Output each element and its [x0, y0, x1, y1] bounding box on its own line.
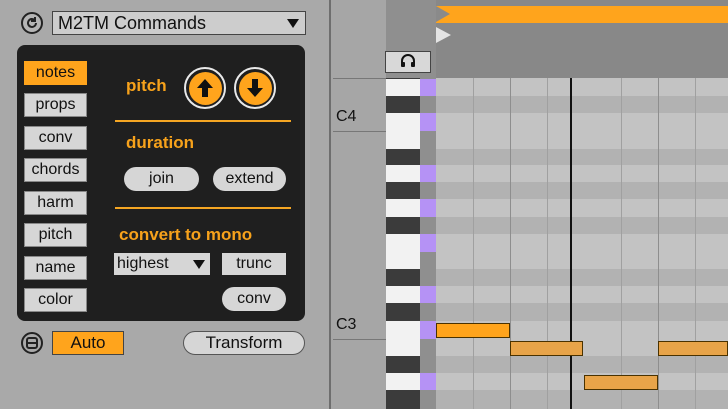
piano-key[interactable] — [386, 339, 420, 356]
arrow-down-icon — [238, 71, 272, 105]
note-grid[interactable] — [436, 78, 728, 409]
divider — [333, 339, 388, 340]
piano-key[interactable] — [386, 217, 420, 234]
piano-key[interactable] — [386, 182, 420, 199]
midi-note[interactable] — [510, 341, 583, 356]
conv-button[interactable]: conv — [222, 287, 286, 311]
key-highlight — [420, 321, 436, 339]
octave-label-column: C4 C3 — [331, 0, 388, 409]
arrow-up-icon — [188, 71, 222, 105]
piano-key[interactable] — [386, 149, 420, 165]
tab-props[interactable]: props — [24, 93, 87, 117]
octave-label-c3: C3 — [336, 316, 357, 333]
tab-harm[interactable]: harm — [24, 191, 87, 215]
note-lane — [436, 373, 728, 390]
refresh-icon[interactable] — [21, 12, 43, 34]
preview-button[interactable] — [385, 51, 431, 73]
device-panel: M2TM Commands notes props conv chords ha… — [0, 0, 329, 409]
note-lane — [436, 199, 728, 217]
piano-key[interactable] — [386, 356, 420, 373]
tab-name[interactable]: name — [24, 256, 87, 280]
divider — [115, 120, 291, 122]
note-lane — [436, 78, 728, 96]
note-lane — [436, 286, 728, 303]
key-highlight — [420, 373, 436, 390]
join-button[interactable]: join — [124, 167, 199, 191]
note-lane — [436, 113, 728, 149]
piano-key[interactable] — [386, 131, 420, 149]
mono-mode-select[interactable]: highest — [114, 253, 210, 275]
piano-key[interactable] — [386, 321, 420, 339]
chevron-down-icon — [193, 260, 205, 269]
note-lane — [436, 356, 728, 373]
piano-key[interactable] — [386, 269, 420, 286]
piano-key[interactable] — [386, 199, 420, 217]
note-lane — [436, 165, 728, 182]
tab-chords[interactable]: chords — [24, 158, 87, 182]
command-menu-value: M2TM Commands — [58, 12, 207, 33]
loop-start-notch — [436, 6, 450, 22]
piano-key[interactable] — [386, 234, 420, 252]
note-lane — [436, 182, 728, 199]
pitch-label: pitch — [126, 76, 167, 95]
pitch-down-button[interactable] — [234, 67, 276, 109]
note-lane — [436, 303, 728, 321]
piano-key[interactable] — [386, 113, 420, 131]
note-lane — [436, 149, 728, 165]
duration-label: duration — [126, 133, 194, 152]
tab-conv[interactable]: conv — [24, 126, 87, 150]
note-lane — [436, 269, 728, 286]
piano-key[interactable] — [386, 390, 420, 409]
loop-brace[interactable] — [436, 6, 728, 23]
pitch-up-button[interactable] — [184, 67, 226, 109]
key-highlight — [420, 199, 436, 217]
grid-line — [473, 78, 474, 409]
note-lane — [436, 217, 728, 234]
convert-to-mono-label: convert to mono — [119, 225, 253, 244]
key-highlight — [420, 113, 436, 131]
key-highlight — [420, 234, 436, 252]
octave-label-c4: C4 — [336, 108, 357, 125]
hotswap-icon[interactable] — [21, 332, 43, 354]
piano-key[interactable] — [386, 96, 420, 113]
grid-line — [547, 78, 548, 409]
piano-keyboard[interactable] — [386, 78, 436, 409]
piano-key[interactable] — [386, 252, 420, 269]
divider — [333, 131, 388, 132]
divider — [115, 207, 291, 209]
grid-line — [621, 78, 622, 409]
piano-key[interactable] — [386, 165, 420, 182]
midi-note[interactable] — [436, 323, 510, 338]
note-lane — [436, 96, 728, 113]
chevron-down-icon — [287, 19, 299, 28]
grid-line — [658, 78, 659, 409]
extend-button[interactable]: extend — [213, 167, 286, 191]
divider — [333, 78, 388, 79]
command-menu[interactable]: M2TM Commands — [52, 11, 306, 35]
midi-note[interactable] — [584, 375, 658, 390]
note-lane — [436, 234, 728, 269]
trunc-button[interactable]: trunc — [222, 253, 286, 275]
grid-line — [695, 78, 696, 409]
headphones-icon — [400, 53, 416, 72]
piano-key[interactable] — [386, 373, 420, 390]
key-highlight — [420, 165, 436, 182]
key-highlight — [420, 79, 436, 96]
tab-color[interactable]: color — [24, 288, 87, 312]
piano-key[interactable] — [386, 79, 420, 96]
midi-note[interactable] — [658, 341, 728, 356]
piano-key[interactable] — [386, 286, 420, 303]
mono-mode-value: highest — [117, 255, 169, 272]
grid-line — [510, 78, 511, 409]
key-highlight — [420, 286, 436, 303]
playhead — [570, 78, 572, 409]
auto-button[interactable]: Auto — [52, 331, 124, 355]
transform-button[interactable]: Transform — [183, 331, 305, 355]
note-lane — [436, 390, 728, 409]
tab-notes[interactable]: notes — [24, 61, 87, 85]
tab-pitch[interactable]: pitch — [24, 223, 87, 247]
start-marker-icon[interactable] — [436, 27, 451, 43]
piano-key[interactable] — [386, 303, 420, 321]
command-panel: notes props conv chords harm pitch name … — [17, 45, 305, 321]
